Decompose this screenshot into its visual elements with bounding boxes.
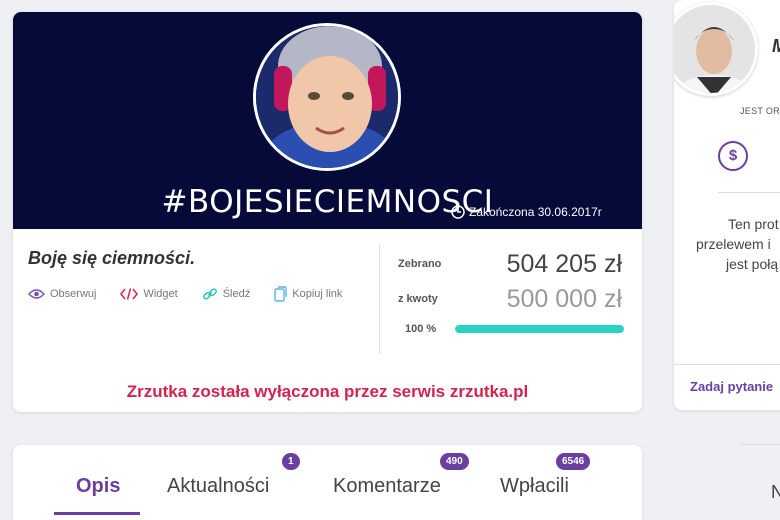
sidebar-divider <box>718 192 780 193</box>
tab-komentarze[interactable]: Komentarze <box>333 475 441 498</box>
goal-label: z kwoty <box>398 293 438 305</box>
collected-label: Zebrano <box>398 258 442 270</box>
track-label: Śledź <box>222 288 251 300</box>
widget-label: Widget <box>143 288 178 300</box>
sidebar-divider-bottom <box>674 364 780 365</box>
organizer-card: M JEST OR $ Ten prot przelewem i jest po… <box>674 0 780 410</box>
tab-wplacili[interactable]: Wpłacili <box>500 475 569 498</box>
percent-label: 100 % <box>405 323 437 335</box>
disabled-notice: Zrzutka została wyłączona przez serwis z… <box>126 382 529 401</box>
copy-icon <box>274 286 287 302</box>
campaign-banner: #BOJESIECIEMNOSCI Zakończona 30.06.2017r <box>13 12 642 229</box>
campaign-actions: Obserwuj Widget Śledź Kopiuj link <box>28 286 366 302</box>
progress-fill <box>455 325 624 333</box>
campaign-photo <box>253 23 401 171</box>
organizer-name[interactable]: M <box>772 36 780 57</box>
tab-aktualnosci-badge: 1 <box>282 453 300 470</box>
sidebar-lower-heading: N <box>771 482 780 502</box>
copy-link-button[interactable]: Kopiuj link <box>274 286 342 302</box>
dollar-icon: $ <box>718 141 748 171</box>
organizer-avatar[interactable] <box>674 2 758 96</box>
sidebar-text-line1: Ten prot <box>728 216 779 232</box>
track-button[interactable]: Śledź <box>202 286 251 302</box>
widget-button[interactable]: Widget <box>120 286 178 302</box>
code-icon <box>120 288 139 300</box>
follow-label: Obserwuj <box>50 288 97 300</box>
active-tab-underline <box>54 512 140 515</box>
ask-question-link[interactable]: Zadaj pytanie <box>690 379 773 394</box>
campaign-status: Zakończona 30.06.2017r <box>451 205 602 219</box>
collected-value: 504 205 zł <box>506 250 622 278</box>
status-text: Zakończona 30.06.2017r <box>469 205 602 219</box>
stats-divider <box>379 244 380 354</box>
tabs-card: Opis Aktualności 1 Komentarze 490 Wpłaci… <box>13 445 642 520</box>
tab-opis[interactable]: Opis <box>76 475 120 498</box>
goal-value: 500 000 zł <box>506 285 622 313</box>
tab-aktualnosci[interactable]: Aktualności <box>167 475 269 498</box>
follow-button[interactable]: Obserwuj <box>28 286 96 302</box>
sidebar-text-line2: przelewem i <box>696 236 771 252</box>
progress-bar <box>455 325 624 333</box>
clock-icon <box>451 205 465 219</box>
sidebar-lower-divider <box>741 444 780 445</box>
tab-komentarze-badge: 490 <box>440 453 469 470</box>
sidebar-text-line3: jest połą <box>726 256 779 272</box>
tab-wplacili-badge: 6546 <box>556 453 591 470</box>
copy-link-label: Kopiuj link <box>292 288 343 300</box>
campaign-title: Boję się ciemności. <box>28 248 196 268</box>
link-icon <box>202 288 217 300</box>
organizer-status: JEST OR <box>740 106 780 116</box>
eye-icon <box>28 289 45 299</box>
campaign-card: #BOJESIECIEMNOSCI Zakończona 30.06.2017r… <box>13 12 642 412</box>
